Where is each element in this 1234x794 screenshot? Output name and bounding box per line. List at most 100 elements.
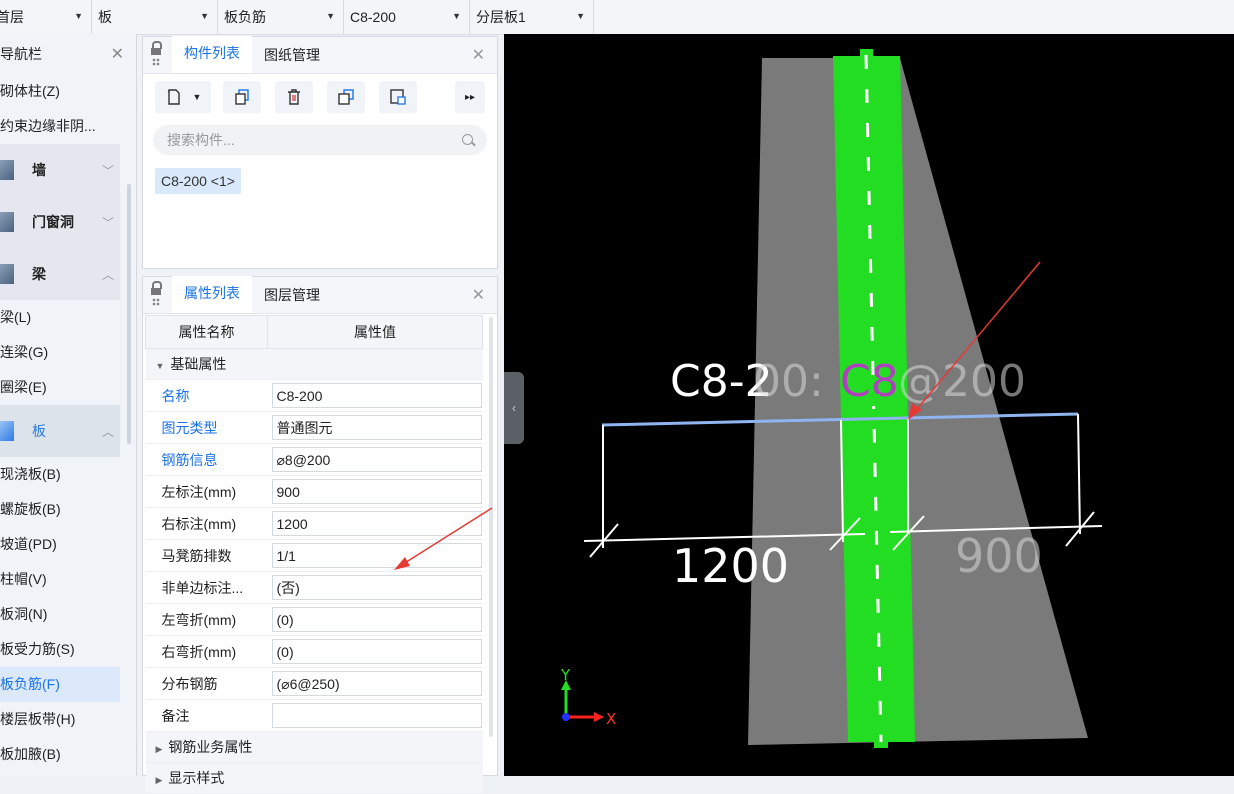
- property-panel-tabs: 属性列表 图层管理 ✕: [143, 276, 497, 314]
- nav-group[interactable]: 门窗洞 ﹀: [0, 196, 120, 248]
- nav-group[interactable]: 板 ︿: [0, 405, 120, 457]
- chevron-up-icon[interactable]: ︿: [102, 266, 114, 283]
- property-value-input[interactable]: 1/1: [271, 543, 482, 568]
- nav-item[interactable]: 楼层板带(H): [0, 702, 136, 737]
- nav-item[interactable]: 板受力筋(S): [0, 632, 136, 667]
- search-icon[interactable]: [462, 134, 473, 145]
- nav-group[interactable]: 梁 ︿: [0, 248, 120, 300]
- nav-item[interactable]: 圈梁(E): [0, 370, 136, 405]
- duplicate-button[interactable]: [327, 81, 365, 113]
- property-row: 左弯折(mm) (0): [145, 603, 483, 636]
- collapse-panel-handle[interactable]: ‹: [504, 372, 524, 444]
- navigation-panel: 导航栏 ✕ 砌体柱(Z) 约束边缘非阴... 墙 ﹀ 门窗洞 ﹀ 梁 ︿ 梁(L) 连梁(G) 圈梁…: [0, 34, 137, 776]
- component-panel-tabs: 构件列表 图纸管理 ✕: [143, 36, 497, 74]
- type-select[interactable]: 板负筋 ▼: [218, 0, 344, 34]
- lock-icon[interactable]: [151, 41, 162, 67]
- nav-item[interactable]: 坡道(PD): [0, 527, 136, 562]
- copy-icon: [235, 89, 249, 105]
- tab-component-list[interactable]: 构件列表: [172, 36, 252, 73]
- category-select[interactable]: 板 ▼: [92, 0, 218, 34]
- layers-copy-icon: [338, 89, 354, 105]
- lock-icon[interactable]: [151, 281, 162, 307]
- section-row-basic[interactable]: ▼ 基础属性: [145, 348, 483, 380]
- property-list-panel: 属性列表 图层管理 ✕ 属性名称 属性值 ▼ 基础属性 名称 C8-200 图元类型普…: [142, 276, 498, 794]
- close-icon[interactable]: ✕: [111, 44, 124, 64]
- copy-button[interactable]: [223, 81, 261, 113]
- chevron-up-icon[interactable]: ︿: [102, 423, 114, 440]
- property-name: 左弯折(mm): [145, 603, 268, 636]
- category-icon: [0, 421, 14, 441]
- category-icon: [0, 160, 14, 180]
- nav-header: 导航栏 ✕: [0, 34, 136, 74]
- layer-select[interactable]: 分层板1 ▼: [470, 0, 594, 34]
- dimension-right-text: 900: [955, 529, 1043, 583]
- drawing-canvas[interactable]: C8-2 00: C8 @200 1200 900 Y X: [504, 34, 1234, 776]
- property-value-input[interactable]: (⌀6@250): [271, 671, 482, 696]
- section-row-rebar[interactable]: ▶ 钢筋业务属性: [145, 731, 483, 763]
- delete-button[interactable]: [275, 81, 313, 113]
- property-value-input[interactable]: (否): [271, 575, 482, 600]
- property-name: 分布钢筋: [145, 667, 268, 700]
- nav-group[interactable]: 墙 ﹀: [0, 144, 120, 196]
- nav-item[interactable]: 板洞(N): [0, 597, 136, 632]
- property-value-input[interactable]: (0): [271, 607, 482, 632]
- property-name: 右弯折(mm): [145, 635, 268, 668]
- new-file-icon: [167, 89, 180, 105]
- chevron-down-icon[interactable]: ﹀: [102, 214, 114, 231]
- canvas-drawing[interactable]: C8-2 00: C8 @200 1200 900 Y X: [504, 34, 1234, 776]
- tab-layer-management[interactable]: 图层管理: [252, 278, 332, 313]
- more-button[interactable]: ▸▸: [455, 81, 485, 113]
- component-search-input[interactable]: 搜索构件...: [153, 125, 487, 155]
- component-select[interactable]: C8-200 ▼: [344, 0, 470, 34]
- nav-item[interactable]: 现浇板(B): [0, 457, 136, 492]
- rebar-label-suffix: @200: [898, 356, 1026, 407]
- tab-drawing-management[interactable]: 图纸管理: [252, 38, 332, 73]
- nav-item[interactable]: 柱帽(V): [0, 562, 136, 597]
- column-header-value: 属性值: [267, 315, 483, 349]
- nav-item[interactable]: 连梁(G): [0, 335, 136, 370]
- property-value-input[interactable]: 900: [271, 479, 482, 504]
- nav-group-label: 梁: [32, 266, 46, 282]
- property-value-input[interactable]: 普通图元: [271, 415, 482, 440]
- property-value-input[interactable]: [271, 703, 482, 728]
- property-value-input[interactable]: (0): [271, 639, 482, 664]
- floor-select[interactable]: 首层 ▼: [0, 0, 92, 34]
- floor-select-value: 首层: [0, 9, 24, 25]
- nav-item[interactable]: 砌体柱(Z): [0, 74, 136, 109]
- property-scrollbar[interactable]: [489, 317, 493, 737]
- property-name: 左标注(mm): [145, 475, 268, 508]
- x-axis-arrow: [594, 712, 604, 722]
- component-select-value: C8-200: [350, 9, 396, 25]
- property-value-input[interactable]: ⌀8@200: [271, 447, 482, 472]
- nav-item[interactable]: 梁(L): [0, 300, 136, 335]
- nav-item[interactable]: 约束边缘非阴...: [0, 109, 136, 144]
- property-row: 图元类型 普通图元: [145, 411, 483, 444]
- nav-item[interactable]: 板负筋(F): [0, 667, 120, 702]
- chevron-down-icon[interactable]: ﹀: [102, 162, 114, 179]
- y-axis-label: Y: [560, 666, 571, 684]
- property-value-input[interactable]: C8-200: [271, 383, 482, 408]
- grip-point[interactable]: [868, 394, 880, 406]
- nav-scrollbar[interactable]: [127, 184, 131, 444]
- nav-item[interactable]: 螺旋板(B): [0, 492, 136, 527]
- close-icon[interactable]: ✕: [472, 285, 485, 305]
- x-axis-label: X: [606, 710, 616, 728]
- expand-triangle-icon: ▶: [155, 775, 163, 785]
- close-icon[interactable]: ✕: [472, 45, 485, 65]
- property-row: 备注: [145, 699, 483, 732]
- section-row-display[interactable]: ▶ 显示样式: [145, 762, 483, 794]
- property-name: 备注: [145, 699, 268, 732]
- property-value-input[interactable]: 1200: [271, 511, 482, 536]
- save-template-button[interactable]: [379, 81, 417, 113]
- chevron-down-icon: ▼: [452, 11, 461, 21]
- property-name: 图元类型: [145, 411, 268, 444]
- tab-property-list[interactable]: 属性列表: [172, 276, 252, 313]
- nav-item[interactable]: 板加腋(B): [0, 737, 136, 772]
- new-component-button[interactable]: ▼: [155, 81, 211, 113]
- property-row: 名称 C8-200: [145, 379, 483, 412]
- collapse-triangle-icon: ▼: [155, 361, 165, 371]
- category-select-value: 板: [98, 9, 112, 25]
- component-list-item[interactable]: C8-200 <1>: [155, 168, 241, 194]
- property-row: 钢筋信息 ⌀8@200: [145, 443, 483, 476]
- top-toolbar: 首层 ▼ 板 ▼ 板负筋 ▼ C8-200 ▼ 分层板1 ▼: [0, 0, 1234, 35]
